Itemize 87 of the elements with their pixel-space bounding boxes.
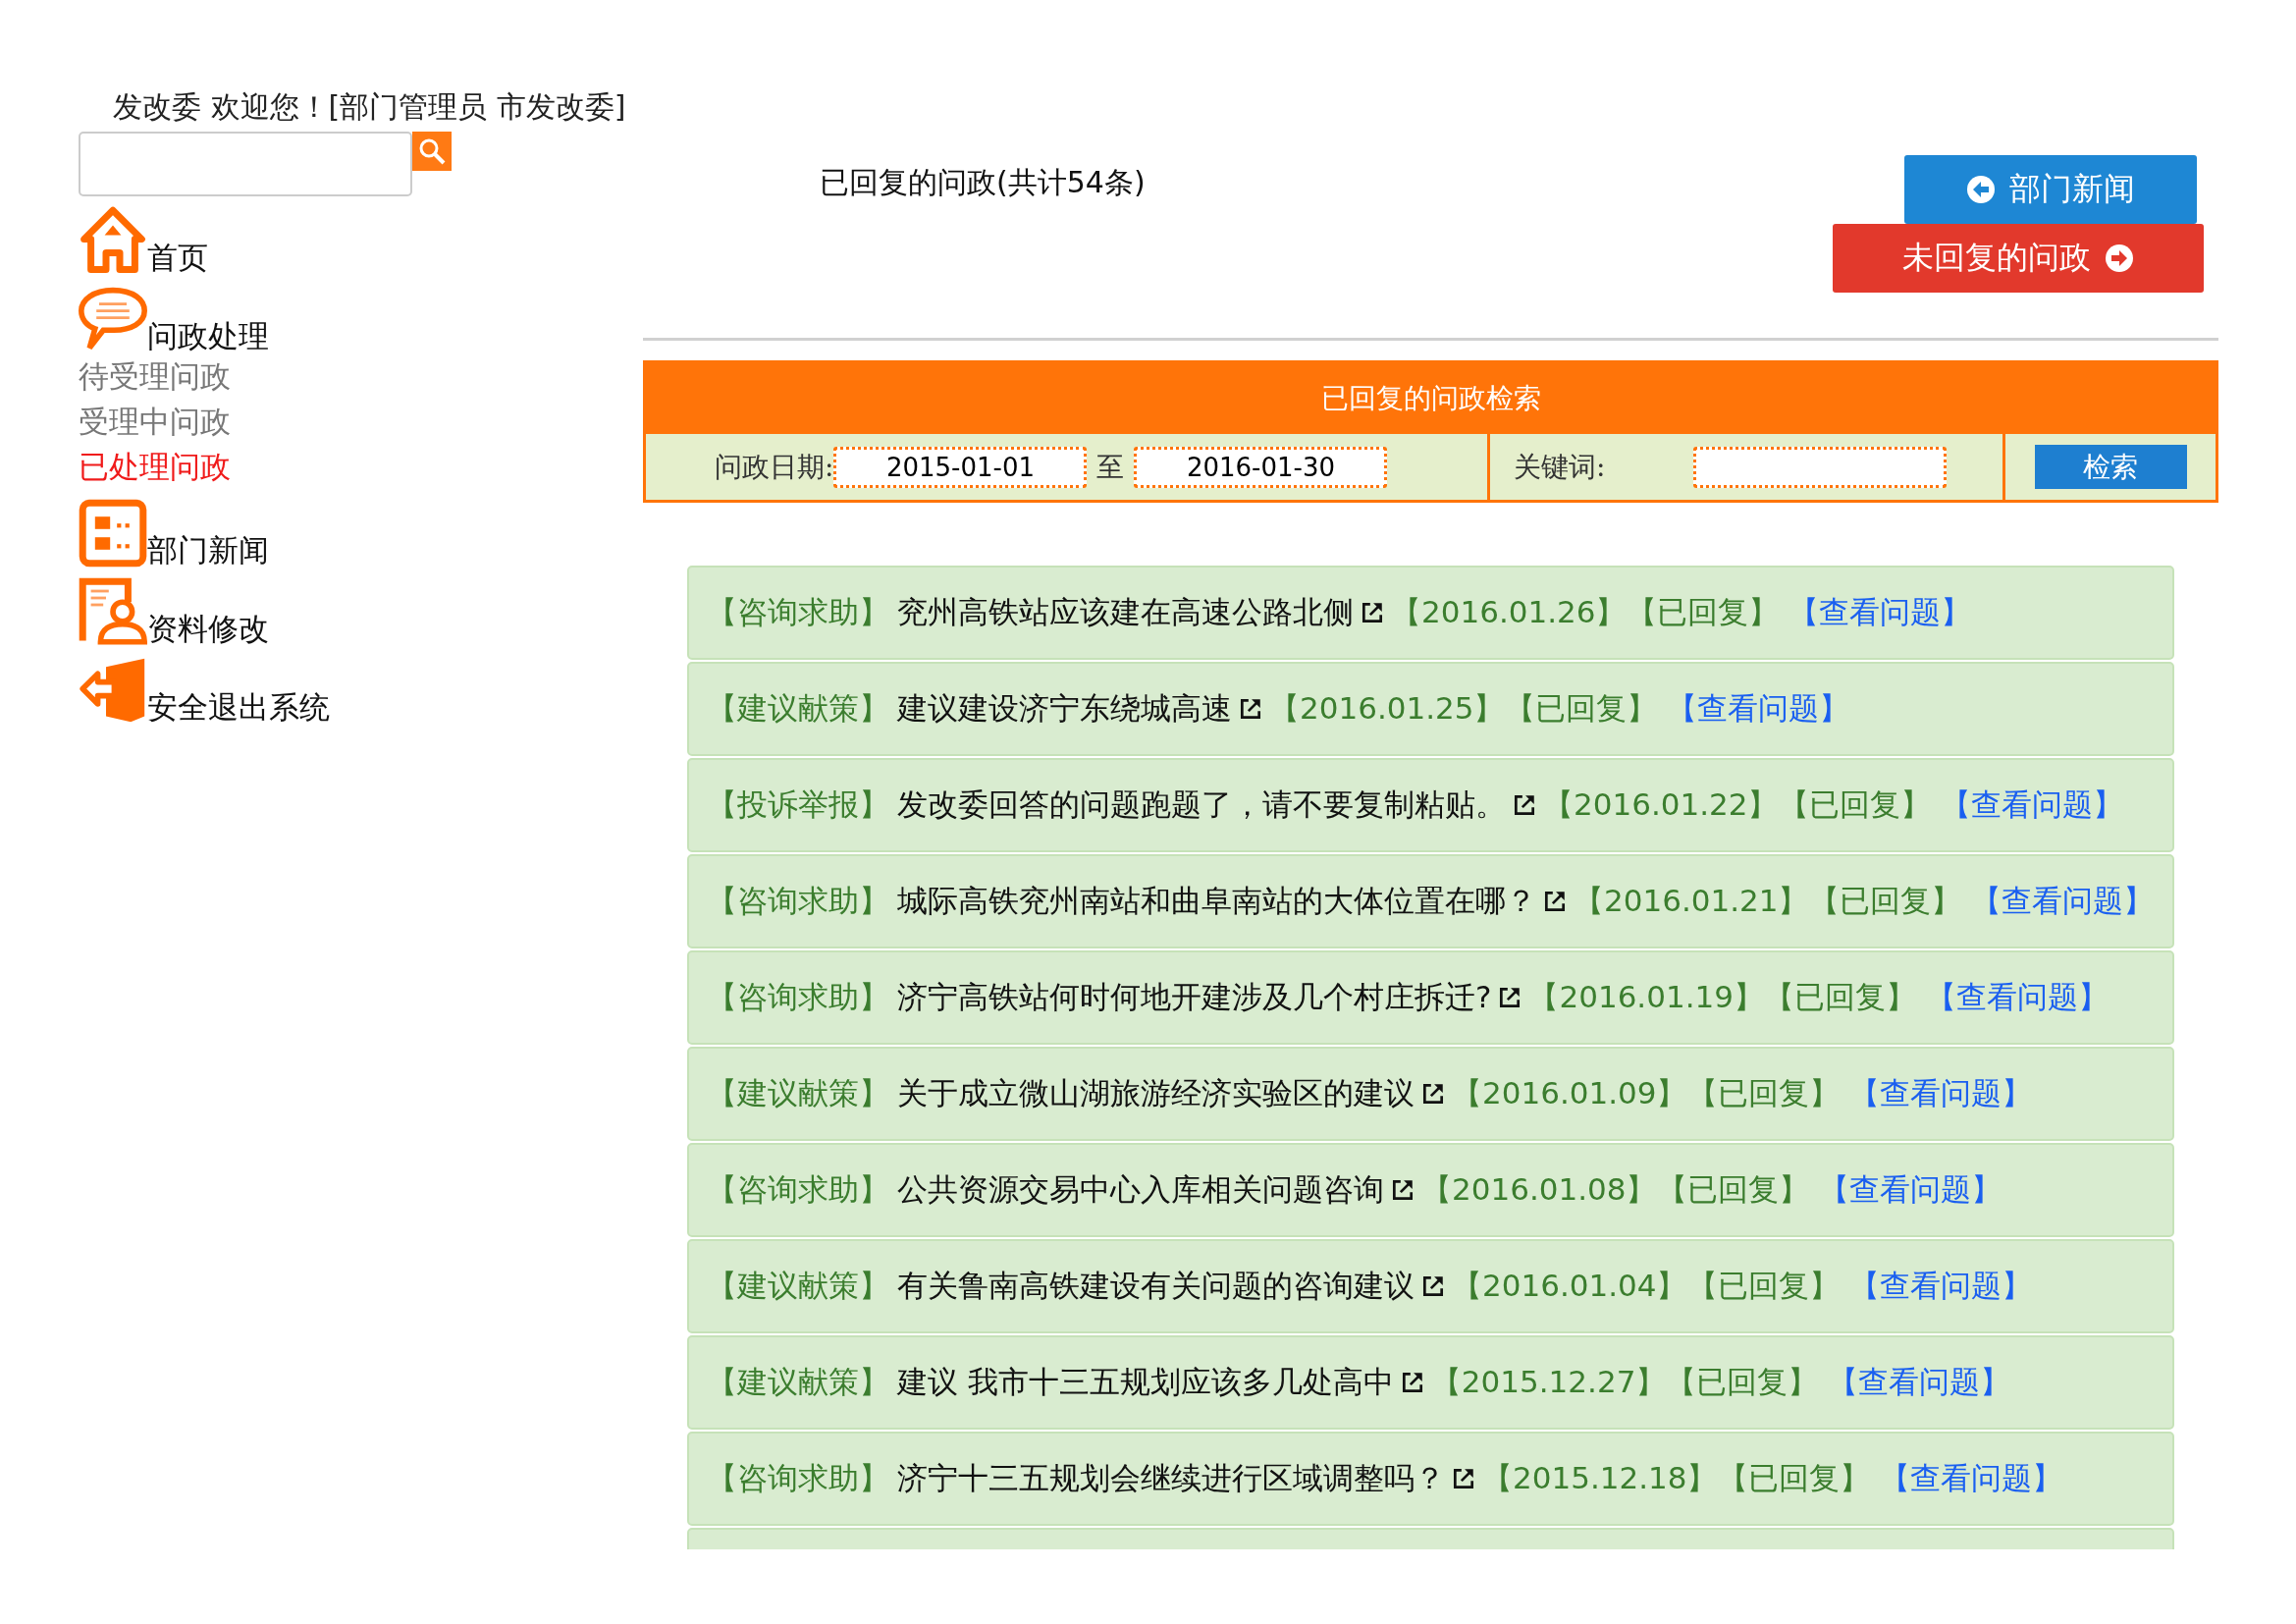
external-link-icon — [1420, 1081, 1446, 1107]
external-link-icon — [1542, 889, 1568, 914]
page-heading: 已回复的问政(共计54条) — [819, 164, 1146, 201]
date-text: 【2016.01.04】 — [1452, 1267, 1687, 1305]
category-tag: 【咨询求助】 — [707, 977, 889, 1018]
search-icon — [417, 136, 447, 166]
status-text: 【已回复】 — [1686, 1074, 1840, 1112]
nav-sublink[interactable]: 受理中问政 — [79, 399, 643, 444]
view-link[interactable]: 【查看问题】 — [1879, 1458, 2062, 1499]
exit-door-icon — [79, 656, 147, 725]
keyword-field[interactable] — [1693, 446, 1948, 488]
user-document-icon — [79, 577, 147, 646]
question-title[interactable]: 建议 我市十三五规划应该多几处高中 — [897, 1362, 1394, 1403]
external-link-icon — [1238, 696, 1263, 722]
status-text: 【已回复】 — [1626, 593, 1779, 631]
external-link-icon — [1451, 1466, 1476, 1491]
date-text: 【2016.01.08】 — [1421, 1170, 1657, 1209]
house-icon — [79, 206, 147, 275]
keyword-label: 关键词: — [1514, 449, 1606, 485]
category-tag: 【建议献策】 — [707, 1266, 889, 1307]
status-text: 【已回复】 — [1504, 689, 1657, 728]
date-text: 【2016.01.19】 — [1528, 978, 1764, 1016]
nav-link[interactable]: 问政处理 — [147, 318, 269, 353]
status-text: 【已回复】 — [1656, 1170, 1809, 1209]
search-button[interactable]: 检索 — [2034, 445, 2187, 489]
date-label: 问政日期: — [715, 449, 834, 485]
question-title[interactable]: 建议建设济宁东绕城高速 — [897, 688, 1232, 730]
date-text: 【2015.12.18】 — [1482, 1459, 1718, 1497]
view-link[interactable]: 【查看问题】 — [1940, 785, 2123, 826]
view-link[interactable]: 【查看问题】 — [1818, 1169, 2002, 1211]
nav-button[interactable]: 未回复的问政 — [1833, 224, 2204, 293]
view-link[interactable]: 【查看问题】 — [1848, 1266, 2032, 1307]
question-title[interactable]: 公共资源交易中心入库相关问题咨询 — [897, 1169, 1384, 1211]
date-text: 【2016.01.21】 — [1574, 882, 1809, 920]
search-panel-title: 已回复的问政检索 — [646, 363, 2216, 434]
external-link-icon — [1390, 1177, 1415, 1203]
status-text: 【已回复】 — [1808, 882, 1961, 920]
category-tag: 【咨询求助】 — [707, 1169, 889, 1211]
external-link-icon — [1512, 792, 1537, 818]
category-tag: 【建议献策】 — [707, 1362, 889, 1403]
status-text: 【已回复】 — [1763, 978, 1916, 1016]
question-title[interactable]: 发改委回答的问题跑题了，请不要复制粘贴。 — [897, 785, 1506, 826]
range-separator: 至 — [1096, 449, 1125, 485]
date-from-field[interactable]: 2015-01-01 — [833, 446, 1088, 488]
status-text: 【已回复】 — [1717, 1459, 1870, 1497]
status-text: 【已回复】 — [1666, 1363, 1819, 1401]
category-tag: 【建议献策】 — [707, 1073, 889, 1114]
external-link-icon — [1420, 1273, 1446, 1299]
nav-link[interactable]: 资料修改 — [147, 611, 269, 646]
date-text: 【2016.01.25】 — [1269, 689, 1505, 728]
category-tag: 【咨询求助】 — [707, 592, 889, 633]
status-text: 【已回复】 — [1686, 1267, 1840, 1305]
date-text: 【2016.01.26】 — [1391, 593, 1627, 631]
date-text: 【2016.01.22】 — [1543, 785, 1779, 824]
view-link[interactable]: 【查看问题】 — [1828, 1362, 2011, 1403]
category-tag: 【投诉举报】 — [707, 785, 889, 826]
search-button[interactable] — [412, 132, 452, 171]
external-link-icon — [1360, 600, 1385, 625]
nav-sublink[interactable]: 已处理问政 — [79, 444, 643, 489]
list-icon — [79, 499, 147, 568]
arrow-left-circle-icon — [1966, 175, 1996, 204]
nav-link[interactable]: 部门新闻 — [147, 532, 269, 568]
nav-sublink[interactable]: 待受理问政 — [79, 353, 643, 399]
nav-link[interactable]: 首页 — [147, 240, 208, 275]
view-link[interactable]: 【查看问题】 — [1970, 881, 2154, 922]
question-title[interactable]: 关于成立微山湖旅游经济实验区的建议 — [897, 1073, 1415, 1114]
view-link[interactable]: 【查看问题】 — [1788, 592, 1971, 633]
category-tag: 【咨询求助】 — [707, 881, 889, 922]
view-link[interactable]: 【查看问题】 — [1925, 977, 2109, 1018]
date-text: 【2015.12.27】 — [1430, 1363, 1667, 1401]
date-to-field[interactable]: 2016-01-30 — [1134, 446, 1388, 488]
question-title[interactable]: 济宁高铁站何时何地开建涉及几个村庄拆迁? — [897, 977, 1492, 1018]
question-title[interactable]: 济宁十三五规划会继续进行区域调整吗？ — [897, 1458, 1445, 1499]
welcome-text: 发改委 欢迎您！[部门管理员 市发改委] — [112, 88, 627, 126]
arrow-right-circle-icon — [2105, 244, 2134, 273]
nav-link[interactable]: 安全退出系统 — [147, 689, 330, 725]
question-title[interactable]: 有关鲁南高铁建设有关问题的咨询建议 — [897, 1266, 1415, 1307]
category-tag: 【咨询求助】 — [707, 1458, 889, 1499]
nav-button[interactable]: 部门新闻 — [1904, 155, 2197, 224]
date-text: 【2016.01.09】 — [1452, 1074, 1687, 1112]
search-field[interactable] — [79, 132, 412, 196]
question-title[interactable]: 兖州高铁站应该建在高速公路北侧 — [897, 592, 1354, 633]
view-link[interactable]: 【查看问题】 — [1848, 1073, 2032, 1114]
status-text: 【已回复】 — [1778, 785, 1931, 824]
question-title[interactable]: 城际高铁兖州南站和曲阜南站的大体位置在哪？ — [897, 881, 1536, 922]
category-tag: 【建议献策】 — [707, 688, 889, 730]
view-link[interactable]: 【查看问题】 — [1666, 688, 1849, 730]
